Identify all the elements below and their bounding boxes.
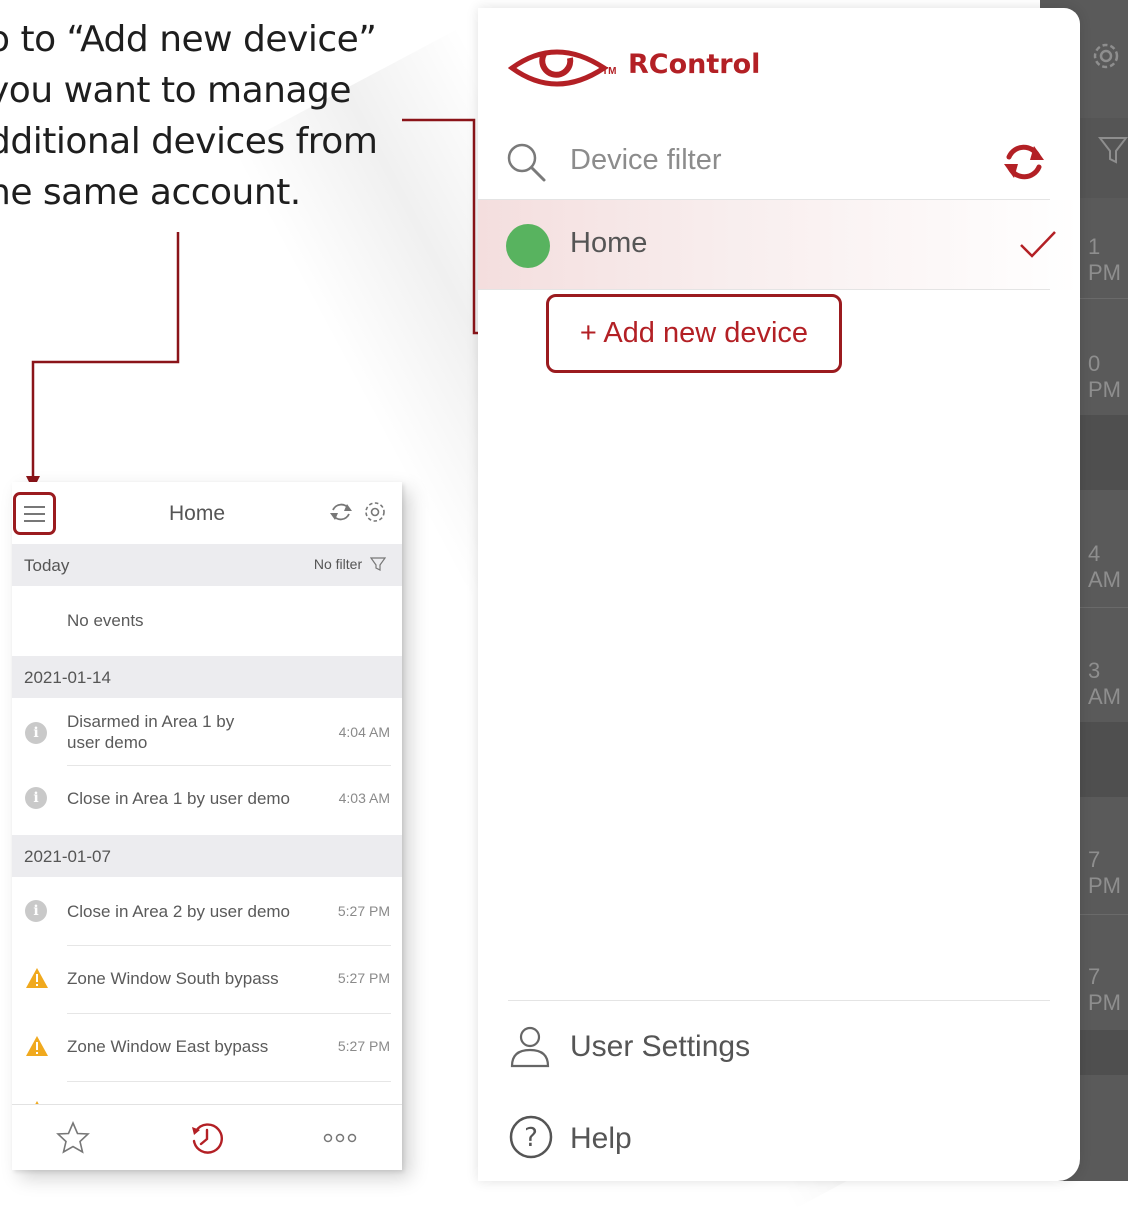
filter-icon [369, 557, 387, 571]
events-card: i Disarmed in Area 1 by user demo 4:04 AM… [12, 698, 402, 831]
phone-screenshot: Home Today No filter No events 2021-01-1… [12, 482, 402, 1170]
info-icon: i [25, 722, 47, 744]
section-header-date: 2021-01-07 [12, 835, 402, 877]
events-card: i Close in Area 2 by user demo 5:27 PM Z… [12, 878, 402, 1110]
user-icon [510, 1026, 550, 1068]
gear-icon [1093, 43, 1119, 69]
event-row[interactable]: i Close in Area 2 by user demo 5:27 PM [12, 878, 402, 945]
refresh-icon[interactable] [1000, 138, 1048, 186]
device-filter-input[interactable]: Device filter [570, 144, 722, 177]
filter-icon [1098, 137, 1128, 164]
help-icon: ? [509, 1115, 553, 1159]
section-header-date: 2021-01-14 [12, 656, 402, 698]
help-item[interactable]: ? Help [508, 1114, 632, 1165]
search-icon [507, 143, 546, 182]
event-row[interactable]: i Disarmed in Area 1 by user demo 4:04 AM [12, 698, 402, 766]
add-new-device-button[interactable]: + Add new device [546, 294, 842, 373]
info-icon: i [25, 787, 47, 809]
navigation-drawer: TM RControl Device filter Home + Add new… [478, 8, 1080, 1181]
device-filter-row[interactable]: Device filter [478, 124, 1080, 202]
phone-header: Home [12, 482, 402, 544]
no-events-card: No events [12, 587, 402, 653]
divider [508, 1000, 1050, 1001]
app-name: RControl [628, 49, 761, 80]
refresh-icon[interactable] [328, 499, 354, 525]
device-item-home[interactable]: Home [478, 200, 1080, 290]
online-status-dot [506, 224, 550, 268]
filter-button[interactable]: No filter [314, 556, 387, 572]
phone-tab-bar [12, 1104, 402, 1170]
event-row[interactable]: Zone Window South bypass 5:27 PM [12, 946, 402, 1014]
checkmark-icon [1020, 231, 1056, 258]
warning-icon [26, 1036, 48, 1056]
gear-icon[interactable] [362, 499, 388, 525]
help-label: Help [570, 1122, 632, 1155]
user-settings-label: User Settings [570, 1030, 751, 1063]
event-row[interactable]: Zone Window East bypass 5:27 PM [12, 1014, 402, 1082]
favorites-icon[interactable] [56, 1121, 90, 1155]
divider [478, 289, 1050, 290]
warning-icon [26, 968, 48, 988]
svg-text:?: ? [524, 1123, 538, 1153]
arrow-to-menu-button [31, 232, 180, 478]
trademark-mark: TM [602, 66, 617, 77]
event-row[interactable]: i Close in Area 1 by user demo 4:03 AM [12, 766, 402, 830]
more-icon[interactable] [322, 1132, 358, 1144]
user-settings-item[interactable]: User Settings [508, 1024, 750, 1073]
history-icon[interactable] [189, 1121, 225, 1157]
device-name: Home [570, 227, 648, 259]
info-icon: i [25, 900, 47, 922]
section-header-today: Today No filter [12, 544, 402, 586]
